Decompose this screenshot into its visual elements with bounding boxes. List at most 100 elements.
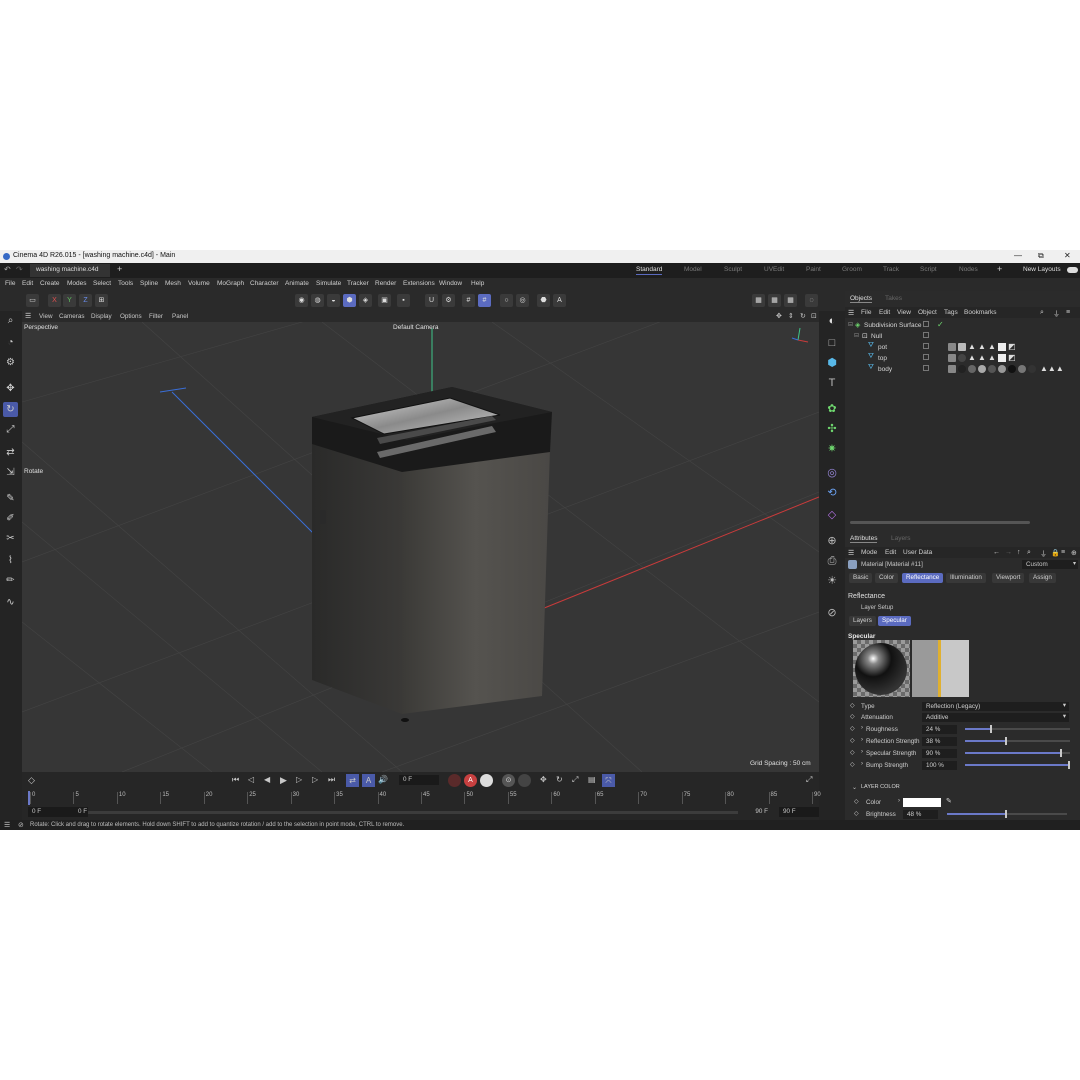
chevron-right-icon[interactable]: › [861, 761, 863, 767]
uv-mode-icon[interactable]: ◈ [359, 294, 372, 307]
objects-menu-bookmarks[interactable]: Bookmarks [964, 309, 997, 316]
document-tab[interactable]: washing machine.c4d [30, 264, 110, 277]
viewport-solo-icon[interactable]: ⬣ [537, 294, 550, 307]
x-axis-lock-button[interactable]: X [48, 294, 61, 307]
spline-tool-icon[interactable]: ⟲ [824, 485, 840, 501]
slider-knob[interactable] [990, 725, 993, 733]
attributes-new-icon[interactable]: ⊕ [1071, 549, 1077, 557]
z-axis-lock-button[interactable]: Z [79, 294, 92, 307]
parameter-key-icon[interactable]: ▤ [588, 775, 596, 784]
redo-icon[interactable]: ↷ [16, 265, 23, 274]
viewport-menu-cameras[interactable]: Cameras [59, 313, 85, 320]
go-to-start-icon[interactable]: ⏮ [232, 775, 239, 785]
timeline-expand-icon[interactable]: ⤢ [806, 775, 812, 785]
minimize-button[interactable]: — [1014, 251, 1022, 260]
playhead[interactable] [28, 791, 30, 805]
tab-takes[interactable]: Takes [885, 295, 902, 302]
objects-scrollbar[interactable] [850, 521, 1030, 524]
undo-icon[interactable]: ↶ [4, 265, 11, 274]
property-value[interactable]: 100 % [922, 761, 957, 770]
objects-search-icon[interactable]: ⌕ [1040, 309, 1044, 317]
mat-tab-basic[interactable]: Basic [849, 573, 873, 583]
object-row-null[interactable]: ⊟ ⊡ Null [845, 331, 1080, 342]
keyframe-mode-icon[interactable]: ◇ [28, 775, 35, 786]
mat-tab-reflectance[interactable]: Reflectance [902, 573, 944, 583]
brush-icon[interactable]: ⌇ [3, 553, 18, 568]
viewport-menu-filter[interactable]: Filter [149, 313, 163, 320]
render-settings-icon[interactable]: ▦ [784, 294, 797, 307]
camera-object-icon[interactable]: ⎙ [824, 553, 840, 569]
solo-icon[interactable]: ◎ [516, 294, 529, 307]
mat-tab-color[interactable]: Color [875, 573, 899, 583]
rotation-key-icon[interactable]: ↻ [556, 775, 563, 784]
field-icon[interactable]: ◎ [824, 465, 840, 481]
deformer-icon[interactable]: ✷ [824, 441, 840, 457]
menu-help[interactable]: Help [471, 280, 484, 287]
brightness-slider[interactable] [947, 810, 1067, 818]
render-picture-viewer-icon[interactable]: ▦ [768, 294, 781, 307]
cloud-render-icon[interactable]: ◌ [805, 294, 818, 307]
visibility-checkbox[interactable] [923, 365, 929, 371]
lock-icon[interactable]: 🔒 [1051, 549, 1060, 557]
cloner-icon[interactable]: ✣ [824, 421, 840, 437]
world-coordinates-icon[interactable]: ⊞ [95, 294, 108, 307]
axis-mode-icon[interactable]: ▣ [378, 294, 391, 307]
play-icon[interactable]: ▶ [280, 775, 287, 786]
key-timing-icon[interactable] [518, 774, 531, 787]
objects-menu-object[interactable]: Object [918, 309, 937, 316]
tab-objects[interactable]: Objects [850, 295, 873, 303]
slider-knob[interactable] [1004, 810, 1007, 818]
next-frame-icon[interactable]: ▷ [296, 775, 302, 784]
position-key-icon[interactable]: ✥ [540, 775, 547, 784]
menu-window[interactable]: Window [439, 280, 462, 287]
layout-tab-uvedit[interactable]: UVEdit [764, 266, 784, 273]
back-arrow-icon[interactable]: ← [993, 549, 1000, 556]
snap-settings-icon[interactable]: ⚙ [442, 294, 455, 307]
visibility-checkbox[interactable] [923, 343, 929, 349]
attenuation-dropdown[interactable]: Additive ▾ [922, 713, 1069, 722]
text-spline-icon[interactable]: T [824, 375, 840, 391]
menu-select[interactable]: Select [93, 280, 111, 287]
cube-primitive-icon[interactable]: ⬢ [824, 355, 840, 371]
layer-tab-specular[interactable]: Specular [878, 616, 911, 626]
objects-filter-icon[interactable]: ⏚ [1053, 309, 1060, 319]
cube-object-icon[interactable]: ◐ [824, 313, 840, 329]
edges-mode-icon[interactable]: ◍ [311, 294, 324, 307]
solo-off-icon[interactable]: ○ [500, 294, 513, 307]
tab-layers[interactable]: Layers [891, 535, 911, 542]
property-slider[interactable] [965, 749, 1070, 757]
layout-tab-sculpt[interactable]: Sculpt [724, 266, 742, 273]
viewport-menu-panel[interactable]: Panel [172, 313, 188, 320]
sketch-icon[interactable]: A [553, 294, 566, 307]
menu-mograph[interactable]: MoGraph [217, 280, 244, 287]
keyframe-diamond-icon[interactable]: ◇ [854, 798, 859, 805]
rotate-view-icon[interactable]: ↻ [800, 312, 806, 320]
attributes-menu-edit[interactable]: Edit [885, 549, 896, 556]
paint-icon[interactable]: ✏ [3, 573, 18, 588]
menu-spline[interactable]: Spline [140, 280, 158, 287]
environment-icon[interactable]: ⊕ [824, 533, 840, 549]
chevron-right-icon[interactable]: › [861, 725, 863, 731]
record-active-icon[interactable]: A [464, 774, 477, 787]
attributes-menu-mode[interactable]: Mode [861, 549, 877, 556]
y-axis-lock-button[interactable]: Y [63, 294, 76, 307]
snap-icon[interactable]: U [425, 294, 438, 307]
layout-tab-standard[interactable]: Standard [636, 266, 663, 275]
transform-icon[interactable]: ⇄ [3, 445, 18, 460]
next-key-icon[interactable]: ▷ [312, 775, 318, 784]
property-value[interactable]: 24 % [922, 725, 957, 734]
visibility-checkbox[interactable] [923, 332, 929, 338]
texture-mode-icon[interactable]: ▪ [397, 294, 410, 307]
menu-simulate[interactable]: Simulate [316, 280, 341, 287]
keyframe-diamond-icon[interactable]: ◇ [854, 810, 859, 817]
visibility-checkbox[interactable] [923, 321, 929, 327]
scale-icon[interactable]: ⤢ [3, 422, 18, 437]
3d-viewport[interactable]: Perspective Default Camera Rotate Grid S… [22, 322, 819, 772]
menu-create[interactable]: Create [40, 280, 60, 287]
objects-menu-tags[interactable]: Tags [944, 309, 958, 316]
keyframe-selection-icon[interactable]: ⊙ [502, 774, 515, 787]
new-layouts-button[interactable]: New Layouts [1023, 266, 1061, 273]
slider-knob[interactable] [1059, 749, 1062, 757]
tag-icon[interactable]: ⊘ [824, 605, 840, 621]
zoom-view-icon[interactable]: ⇕ [788, 312, 794, 320]
